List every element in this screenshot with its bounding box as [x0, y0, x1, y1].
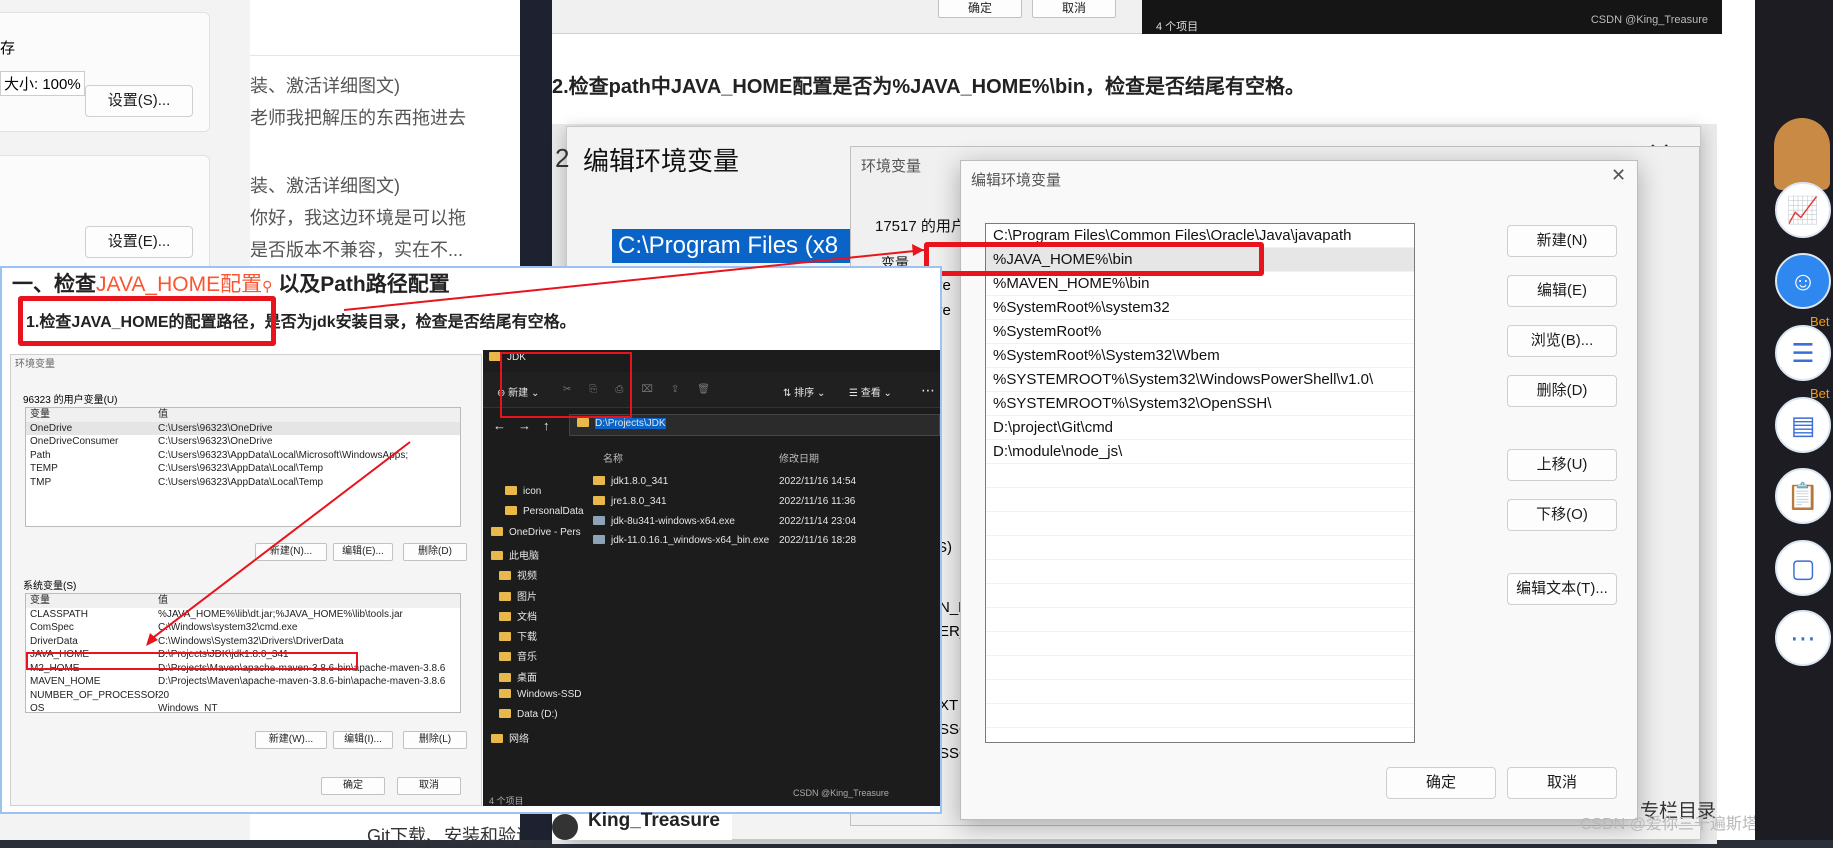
exe-icon	[593, 515, 605, 525]
folder-icon	[499, 672, 511, 682]
folder-icon	[499, 632, 511, 642]
chart-icon[interactable]: 📈	[1775, 182, 1831, 238]
arrow-head	[912, 244, 924, 256]
folder-icon	[505, 506, 517, 516]
exe-icon	[593, 535, 605, 545]
nav-item[interactable]: 下载	[499, 628, 537, 643]
file-explorer-window: JDK ⊕ 新建 ⌄ ✂⎘⎙⌧⇪🗑 ⇅ 排序 ⌄ ☰ 查看 ⌄ ⋯ ←→↑ D:…	[483, 350, 940, 806]
robot-icon[interactable]: ☺	[1775, 253, 1831, 309]
author-name[interactable]: King_Treasure	[588, 810, 720, 832]
nav-arrows[interactable]: ←→↑	[493, 418, 562, 433]
file-date: 2022/11/14 23:04	[779, 515, 857, 527]
folder-icon	[577, 418, 589, 427]
file-row[interactable]: jdk-11.0.16.1_windows-x64_bin.exe	[593, 535, 769, 546]
folder-icon	[499, 709, 511, 719]
nav-item[interactable]: 文档	[499, 608, 537, 623]
folder-icon	[499, 611, 511, 621]
folder-icon	[491, 550, 503, 560]
folder-icon	[499, 571, 511, 581]
folder-icon	[499, 689, 511, 698]
doc-icon[interactable]: ▢	[1775, 540, 1831, 596]
arrow-line	[343, 249, 925, 311]
nav-item[interactable]: 图片	[499, 588, 537, 603]
more-icon[interactable]: ⋯	[1775, 610, 1831, 666]
nav-item[interactable]: 视频	[499, 567, 537, 582]
nav-item[interactable]: 网络	[491, 730, 529, 745]
item-count: 4 个项目	[489, 796, 524, 806]
watermark: CSDN @爱你三千遍斯塔克	[1580, 816, 1775, 833]
address-text[interactable]: D:\Projects\JDK	[577, 418, 666, 429]
folder-icon	[505, 486, 517, 495]
author-strip: King_Treasure	[552, 810, 732, 840]
nav-item[interactable]: 此电脑	[491, 547, 539, 562]
folder-icon	[499, 591, 511, 601]
nav-item[interactable]: icon	[505, 486, 541, 497]
nav-item[interactable]: OneDrive - Pers	[491, 526, 581, 538]
column-date-header[interactable]: 修改日期	[779, 450, 819, 465]
folder-icon	[593, 495, 605, 505]
page-icon[interactable]: ▤	[1775, 397, 1831, 453]
file-date: 2022/11/16 11:36	[779, 495, 856, 507]
avatar[interactable]	[552, 814, 578, 840]
file-date: 2022/11/16 14:54	[779, 476, 857, 487]
file-date: 2022/11/16 18:28	[779, 535, 857, 547]
nav-item[interactable]: PersonalData	[505, 506, 584, 517]
highlight-jdk-folder	[500, 352, 632, 418]
folder-icon	[491, 526, 503, 536]
nav-item[interactable]: 音乐	[499, 648, 537, 663]
folder-icon	[491, 733, 503, 743]
watermark: CSDN @King_Treasure	[793, 788, 889, 798]
column-name-header[interactable]: 名称	[603, 450, 623, 465]
nav-item[interactable]: Data (D:)	[499, 709, 558, 720]
list-icon[interactable]: ☰	[1775, 325, 1831, 381]
mascot-icon[interactable]	[1774, 118, 1830, 190]
folder-icon	[499, 652, 511, 662]
arrow-line	[149, 441, 411, 641]
more-icon[interactable]: ⋯	[921, 382, 935, 399]
folder-icon	[593, 476, 605, 485]
clipboard-icon[interactable]: 📋	[1775, 468, 1831, 524]
file-row[interactable]: jre1.8.0_341	[593, 495, 667, 507]
view-menu[interactable]: ☰ 查看 ⌄	[849, 384, 892, 399]
file-row[interactable]: jdk1.8.0_341	[593, 476, 668, 487]
nav-item[interactable]: 桌面	[499, 669, 537, 684]
file-row[interactable]: jdk-8u341-windows-x64.exe	[593, 515, 735, 527]
sort-menu[interactable]: ⇅ 排序 ⌄	[783, 384, 825, 399]
nav-item[interactable]: Windows-SSD	[499, 689, 581, 700]
